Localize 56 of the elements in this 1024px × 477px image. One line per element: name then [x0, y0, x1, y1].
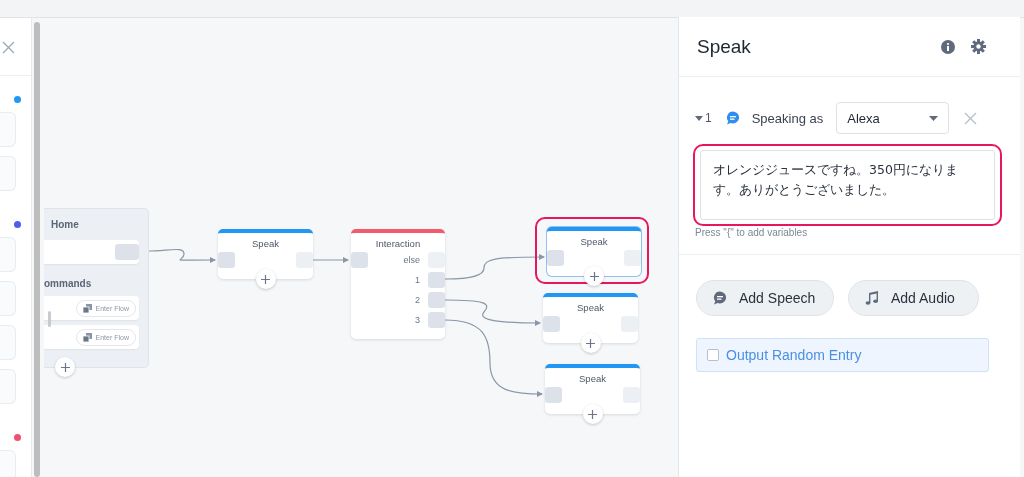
- plus-icon: [588, 409, 597, 419]
- drag-handle[interactable]: [48, 311, 51, 327]
- speech-bubble-icon: [713, 291, 727, 305]
- speak-node[interactable]: Speak: [543, 293, 638, 343]
- section-label: ommands: [44, 278, 93, 290]
- close-icon[interactable]: [2, 41, 15, 54]
- speak-node[interactable]: Speak: [547, 227, 641, 276]
- checkbox[interactable]: [707, 349, 719, 361]
- speech-text-field[interactable]: オレンジジュースですね。350円になります。ありがとうございました。: [700, 150, 995, 220]
- music-note-icon: [865, 291, 879, 305]
- add-audio-button[interactable]: Add Audio: [848, 280, 979, 316]
- connector-arrow: [146, 248, 216, 263]
- settings-icon[interactable]: [971, 39, 986, 54]
- flow-icon: [82, 303, 92, 313]
- plus-icon: [586, 338, 595, 348]
- voice-label: Speaking as: [751, 110, 824, 126]
- output-port[interactable]: [428, 312, 445, 328]
- plus-icon: [261, 274, 270, 284]
- output-port[interactable]: [624, 250, 641, 266]
- node-title: Interaction: [374, 237, 422, 251]
- speak-node[interactable]: Speak: [218, 229, 313, 279]
- output-port[interactable]: [428, 272, 445, 288]
- panel-title: Speak: [697, 35, 751, 58]
- close-icon[interactable]: [964, 111, 978, 125]
- plus-icon: [589, 271, 599, 281]
- speech-bubble-icon: [725, 111, 740, 125]
- input-port[interactable]: [543, 316, 560, 332]
- voice-dropdown[interactable]: Alexa: [836, 102, 950, 134]
- input-port[interactable]: [547, 250, 564, 266]
- port-label: 3: [415, 315, 420, 325]
- input-port[interactable]: [351, 252, 368, 268]
- output-port[interactable]: [296, 252, 313, 268]
- output-port[interactable]: [428, 292, 445, 308]
- collapse-toggle[interactable]: 1: [695, 111, 712, 125]
- add-step-button[interactable]: [55, 357, 75, 377]
- interaction-node[interactable]: Interaction else 1 2 3: [351, 229, 445, 339]
- output-port[interactable]: [115, 244, 139, 260]
- scrollbar[interactable]: [34, 22, 40, 477]
- add-speech-button[interactable]: Add Speech: [696, 280, 834, 316]
- block-title: Home: [50, 218, 80, 232]
- hint-text: Press "{" to add variables: [695, 227, 809, 238]
- node-title: Speak: [579, 235, 609, 249]
- caret-icon: [929, 115, 939, 121]
- info-icon[interactable]: [941, 39, 955, 54]
- port-label: else: [403, 255, 420, 265]
- port-label: 1: [415, 275, 420, 285]
- input-port[interactable]: [218, 252, 235, 268]
- node-title: Speak: [251, 237, 280, 251]
- connector-arrow: [312, 257, 349, 263]
- plus-icon: [60, 362, 70, 372]
- node-title: Speak: [578, 372, 607, 386]
- port-label: 2: [415, 295, 420, 305]
- node-title: Speak: [576, 301, 605, 315]
- input-port[interactable]: [545, 387, 562, 403]
- flow-icon: [82, 332, 92, 342]
- speak-node[interactable]: Speak: [545, 364, 640, 414]
